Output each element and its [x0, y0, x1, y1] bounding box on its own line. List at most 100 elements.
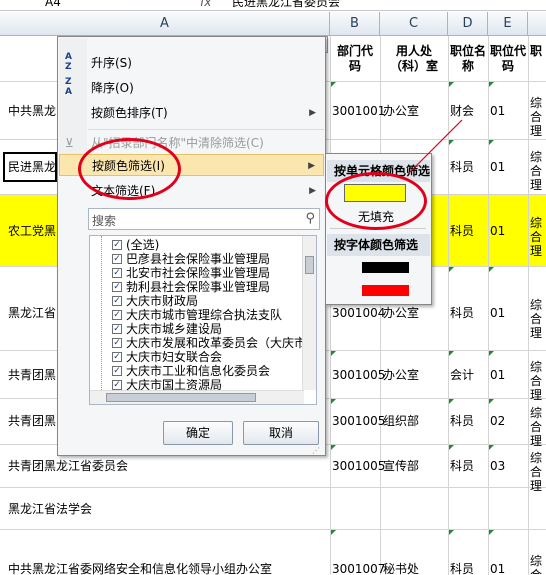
checkbox-checked[interactable]: ✓ — [112, 296, 122, 306]
red-font-swatch[interactable] — [362, 285, 409, 296]
checkbox-checked[interactable]: ✓ — [112, 380, 122, 390]
cell-c[interactable]: 办公室 — [383, 306, 419, 320]
cell-b[interactable]: 3001001 — [332, 104, 385, 118]
cell-f[interactable]: 综合理 — [530, 298, 546, 340]
menu-sort-by-color[interactable]: 按颜色排序(T) ▶ — [59, 102, 324, 124]
column-header-e[interactable]: E — [488, 12, 528, 36]
checkbox-checked[interactable]: ✓ — [112, 366, 122, 376]
list-item[interactable]: ✓ 大庆市发展和改革委员会（大庆市 — [112, 336, 306, 350]
scrollbar-thumb[interactable] — [106, 393, 256, 402]
checkbox-checked[interactable]: ✓ — [112, 282, 122, 292]
cell-a[interactable]: 中共黑龙江省委网络安全和信息化领导小组办公室 — [8, 562, 328, 575]
cell-c[interactable]: 办公室 — [383, 104, 419, 118]
cell-a[interactable]: 农工党黑 — [8, 224, 58, 238]
cell-d[interactable]: 财会 — [450, 104, 474, 118]
font-color-header: 按字体颜色筛选 — [327, 234, 430, 256]
list-item[interactable]: ✓ 大庆市财政局 — [112, 294, 198, 308]
column-header-d[interactable]: D — [448, 12, 488, 36]
error-indicator — [449, 351, 454, 356]
vertical-scrollbar[interactable] — [302, 236, 316, 390]
list-item[interactable]: ✓ 勃利县社会保险事业管理局 — [112, 280, 270, 294]
cell-b[interactable]: 3001004 — [332, 306, 385, 320]
cell-a[interactable]: 共青团黑龙江省委员会 — [8, 459, 328, 473]
cell-e[interactable]: 01 — [490, 562, 505, 575]
checkbox-checked[interactable]: ✓ — [112, 352, 122, 362]
error-indicator — [489, 351, 494, 356]
ok-button[interactable]: 确定 — [163, 421, 233, 445]
cell-f[interactable]: 综合理 — [530, 406, 546, 448]
list-item[interactable]: ✓ 大庆市工业和信息化委员会 — [112, 364, 270, 378]
cell-f[interactable]: 综合理 — [530, 451, 546, 493]
cell-d[interactable]: 科员 — [450, 306, 474, 320]
column-header-c[interactable]: C — [380, 12, 448, 36]
cell-f[interactable]: 综合理 — [530, 96, 546, 138]
cell-c[interactable]: 宣传部 — [383, 459, 419, 473]
fx-icon[interactable]: fx — [200, 0, 211, 8]
list-item[interactable]: ✓ 大庆市城乡建设局 — [112, 322, 222, 336]
clear-filter-icon: ⊻ — [65, 136, 74, 150]
cell-f[interactable]: 综合理 — [530, 360, 546, 402]
cell-e[interactable]: 03 — [490, 459, 505, 473]
resize-grip-icon[interactable]: ⋰ — [312, 446, 324, 455]
checkbox-checked[interactable]: ✓ — [112, 254, 122, 264]
formula-content[interactable]: 民进黑龙江省委员会 — [232, 0, 340, 8]
cell-b[interactable]: 3001005 — [332, 459, 385, 473]
column-header-f[interactable] — [528, 12, 546, 36]
cell-e[interactable]: 01 — [490, 368, 505, 382]
search-icon: ⚲ — [305, 211, 315, 226]
submenu-arrow-icon: ▶ — [308, 161, 315, 171]
cancel-button[interactable]: 取消 — [243, 421, 319, 445]
checkbox-checked[interactable]: ✓ — [112, 324, 122, 334]
cell-a[interactable]: 共青团黑 — [8, 414, 58, 428]
cell-a[interactable]: 共青团黑 — [8, 368, 58, 382]
checkbox-checked[interactable]: ✓ — [112, 268, 122, 278]
checkbox-checked[interactable]: ✓ — [112, 338, 122, 348]
cell-c[interactable]: 秘书处 — [383, 562, 419, 575]
cell-a[interactable]: 中共黑龙 — [8, 104, 58, 118]
cell-b[interactable]: 3001005 — [332, 414, 385, 428]
cell-f[interactable]: 综合 — [530, 554, 546, 575]
cell-e[interactable]: 01 — [490, 306, 505, 320]
menu-sort-ascending[interactable]: AZ 升序(S) — [59, 52, 324, 74]
cell-e[interactable]: 02 — [490, 414, 505, 428]
cell-c[interactable]: 办公室 — [383, 368, 419, 382]
cell-a[interactable]: 民进黑龙 — [8, 160, 56, 174]
cell-e[interactable]: 01 — [490, 224, 505, 238]
cell-e[interactable]: 01 — [490, 160, 505, 174]
cell-a[interactable]: 黑龙江省 — [8, 306, 58, 320]
checkbox-checked[interactable]: ✓ — [112, 240, 122, 250]
cell-b[interactable]: 3001005 — [332, 368, 385, 382]
error-indicator — [331, 82, 336, 87]
cell-c[interactable]: 组织部 — [383, 414, 419, 428]
column-header-a[interactable]: A — [0, 12, 330, 36]
submenu-arrow-icon: ▶ — [309, 108, 316, 118]
cell-d[interactable]: 科员 — [450, 459, 474, 473]
list-item[interactable]: ✓ 大庆市妇女联合会 — [112, 350, 222, 364]
cell-f[interactable]: 综合理 — [530, 216, 546, 258]
black-font-swatch[interactable] — [362, 262, 409, 273]
filter-search-input[interactable]: 搜索 ⚲ — [88, 208, 320, 230]
cell-b[interactable]: 3001007 — [332, 562, 385, 575]
cell-d[interactable]: 科员 — [450, 562, 474, 575]
sort-ascending-icon: AZ — [65, 52, 72, 72]
cell-e[interactable]: 01 — [490, 104, 505, 118]
sort-descending-icon: ZA — [65, 77, 72, 97]
horizontal-scrollbar[interactable] — [90, 390, 304, 404]
cell-a[interactable]: 黑龙江省法学会 — [8, 502, 328, 516]
name-box[interactable]: A4 — [0, 0, 128, 10]
column-header-b[interactable]: B — [330, 12, 380, 36]
list-item[interactable]: ✓ 大庆市城市管理综合执法支队 — [112, 308, 282, 322]
cell-d[interactable]: 科员 — [450, 414, 474, 428]
list-item[interactable]: ✓ (全选) — [112, 238, 159, 252]
list-item[interactable]: ✓ 北安市社会保险事业管理局 — [112, 266, 270, 280]
error-indicator — [449, 267, 454, 272]
scrollbar-thumb[interactable] — [305, 256, 314, 274]
error-indicator — [331, 399, 336, 404]
cell-d[interactable]: 科员 — [450, 224, 474, 238]
checkbox-checked[interactable]: ✓ — [112, 310, 122, 320]
list-item[interactable]: ✓ 巴彦县社会保险事业管理局 — [112, 252, 270, 266]
cell-f[interactable]: 综合理 — [530, 150, 546, 192]
menu-sort-descending[interactable]: ZA 降序(O) — [59, 77, 324, 99]
cell-d[interactable]: 会计 — [450, 368, 474, 382]
filter-value-list[interactable]: ✓ (全选) ✓ 巴彦县社会保险事业管理局 ✓ 北安市社会保险事业管理局 ✓ 勃利县社会… — [89, 235, 317, 405]
